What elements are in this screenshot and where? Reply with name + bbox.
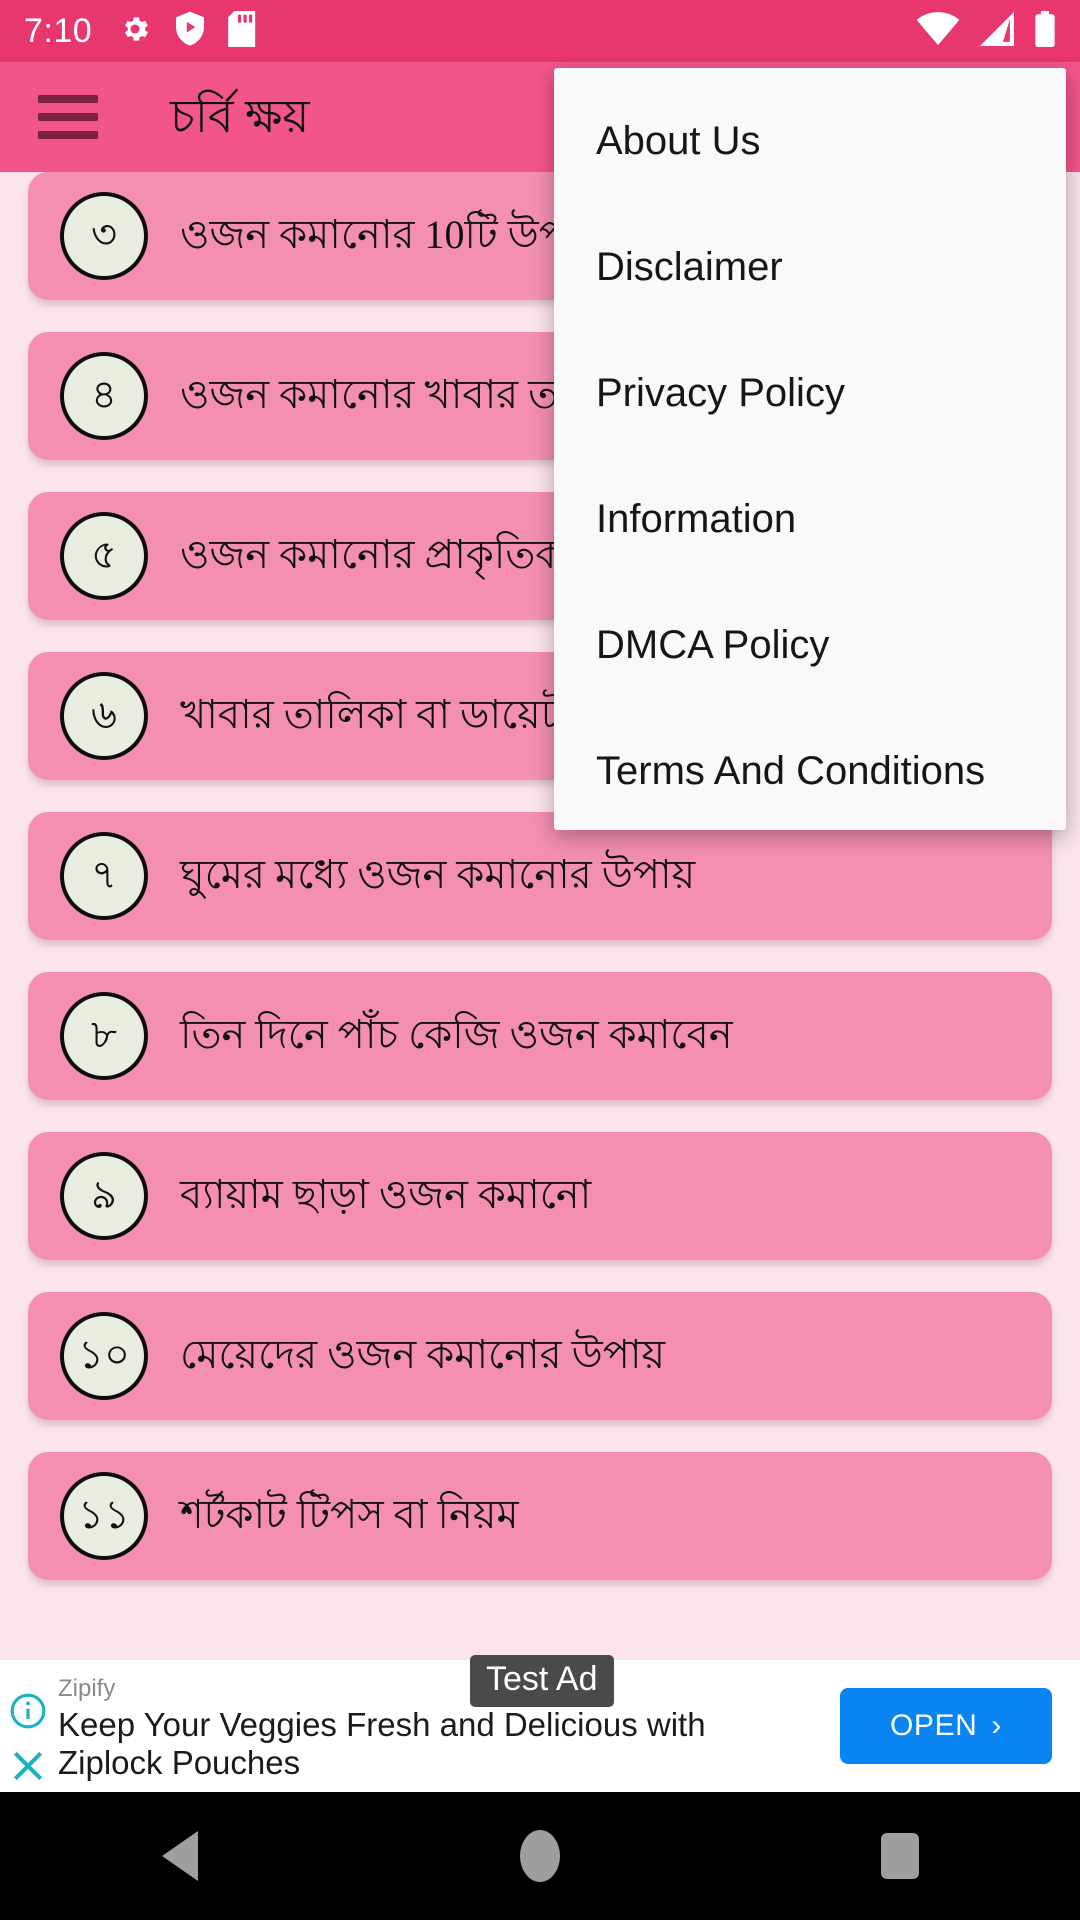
overflow-menu: About Us Disclaimer Privacy Policy Infor… [554, 68, 1066, 830]
home-circle-icon [520, 1830, 560, 1882]
list-item-label: ব্যায়াম ছাড়া ওজন কমানো [180, 1171, 592, 1217]
list-item-label: তিন দিনে পাঁচ কেজি ওজন কমাবেন [180, 1011, 733, 1057]
ad-info-icon[interactable] [9, 1692, 47, 1735]
hamburger-line [38, 131, 98, 139]
list-item-number: ৬ [60, 672, 148, 760]
list-item-number: ৪ [60, 352, 148, 440]
ad-advertiser-name: Zipify [58, 1674, 116, 1702]
back-triangle-icon [162, 1831, 198, 1881]
list-item[interactable]: ৯ ব্যায়াম ছাড়া ওজন কমানো [28, 1132, 1052, 1260]
list-item-label: ঘুমের মধ্যে ওজন কমানোর উপায় [180, 851, 696, 897]
status-bar: 7:10 [0, 0, 1080, 62]
shield-play-icon [174, 11, 206, 52]
list-item[interactable]: ১০ মেয়েদের ওজন কমানোর উপায় [28, 1292, 1052, 1420]
ad-open-label: OPEN [889, 1709, 978, 1742]
list-item-label: মেয়েদের ওজন কমানোর উপায় [180, 1331, 666, 1377]
battery-icon [1034, 10, 1056, 52]
list-item-number: ১১ [60, 1472, 148, 1560]
sd-card-icon [228, 10, 256, 52]
chevron-right-icon: › [991, 1709, 1002, 1742]
ad-headline: Keep Your Veggies Fresh and Delicious wi… [58, 1705, 706, 1782]
list-item-number: ১০ [60, 1312, 148, 1400]
back-button[interactable] [120, 1792, 240, 1920]
recents-button[interactable] [840, 1792, 960, 1920]
menu-item-dmca-policy[interactable]: DMCA Policy [554, 582, 1066, 708]
status-bar-system-icons [916, 10, 1056, 52]
list-item-number: ৯ [60, 1152, 148, 1240]
hamburger-line [38, 113, 98, 121]
menu-item-disclaimer[interactable]: Disclaimer [554, 204, 1066, 330]
page-title: চর্বি ক্ষয় [170, 91, 310, 142]
list-item-number: ৫ [60, 512, 148, 600]
list-item[interactable]: ১১ শর্টকাট টিপস বা নিয়ম [28, 1452, 1052, 1580]
status-bar-clock: 7:10 [24, 12, 93, 50]
hamburger-line [38, 95, 98, 103]
cellular-signal-icon [978, 11, 1016, 51]
recents-square-icon [881, 1833, 919, 1879]
menu-item-privacy-policy[interactable]: Privacy Policy [554, 330, 1066, 456]
test-ad-badge: Test Ad [470, 1655, 614, 1708]
menu-item-terms-and-conditions[interactable]: Terms And Conditions [554, 708, 1066, 834]
list-item-number: ৭ [60, 832, 148, 920]
status-bar-notification-icons [118, 10, 256, 52]
list-item-label: ওজন কমানোর 10টি উপায় [180, 211, 602, 257]
menu-item-information[interactable]: Information [554, 456, 1066, 582]
list-item-label: শর্টকাট টিপস বা নিয়ম [180, 1491, 519, 1537]
app-screen: 7:10 চর্বি ক্ষয় ৩ ওজন কমানোর 10টি উপায়… [0, 0, 1080, 1920]
hamburger-menu-icon[interactable] [38, 95, 98, 139]
ad-text: Zipify Keep Your Veggies Fresh and Delic… [56, 1670, 826, 1783]
list-item[interactable]: ৮ তিন দিনে পাঁচ কেজি ওজন কমাবেন [28, 972, 1052, 1100]
list-item-number: ৩ [60, 192, 148, 280]
wifi-icon [916, 11, 960, 51]
home-button[interactable] [480, 1792, 600, 1920]
menu-item-about-us[interactable]: About Us [554, 78, 1066, 204]
list-item-number: ৮ [60, 992, 148, 1080]
ad-close-icon[interactable] [9, 1747, 47, 1790]
gear-icon [118, 12, 152, 51]
ad-open-button[interactable]: OPEN › [840, 1688, 1052, 1764]
android-navigation-bar [0, 1792, 1080, 1920]
ad-controls [0, 1660, 56, 1792]
